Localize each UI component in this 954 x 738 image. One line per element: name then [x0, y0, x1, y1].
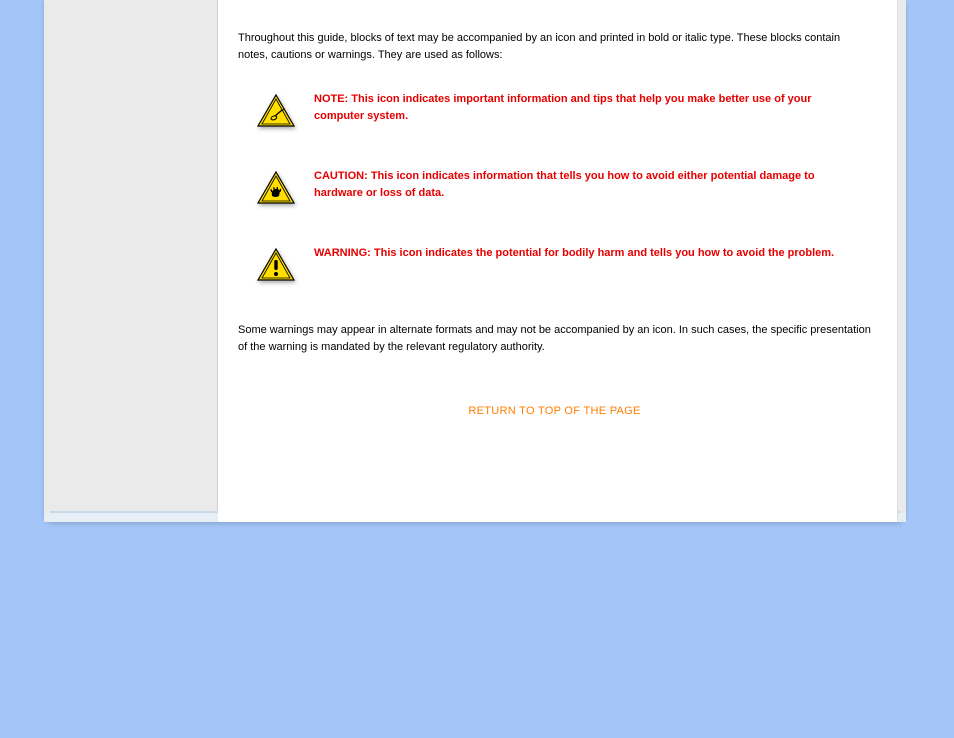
sidebar-left [44, 0, 218, 522]
return-to-top-link[interactable]: RETURN TO TOP OF THE PAGE [238, 405, 871, 417]
callout-caution-text: CAUTION: This icon indicates information… [300, 168, 871, 201]
footnote-paragraph: Some warnings may appear in alternate fo… [238, 322, 871, 355]
caution-triangle-icon [256, 168, 300, 209]
intro-paragraph: Throughout this guide, blocks of text ma… [238, 30, 871, 63]
sidebar-right [898, 0, 906, 522]
page-container: Throughout this guide, blocks of text ma… [44, 0, 906, 522]
page-background: Throughout this guide, blocks of text ma… [0, 0, 954, 738]
callout-note-text: NOTE: This icon indicates important info… [300, 91, 871, 124]
note-triangle-icon [256, 91, 300, 132]
content-inner: Throughout this guide, blocks of text ma… [218, 0, 897, 427]
content-area: Throughout this guide, blocks of text ma… [218, 0, 898, 522]
page-columns: Throughout this guide, blocks of text ma… [44, 0, 906, 522]
callout-warning-text: WARNING: This icon indicates the potenti… [300, 245, 854, 262]
warning-triangle-icon [256, 245, 300, 286]
callout-note: NOTE: This icon indicates important info… [238, 91, 871, 132]
callout-caution: CAUTION: This icon indicates information… [238, 168, 871, 209]
callout-warning: WARNING: This icon indicates the potenti… [238, 245, 871, 286]
